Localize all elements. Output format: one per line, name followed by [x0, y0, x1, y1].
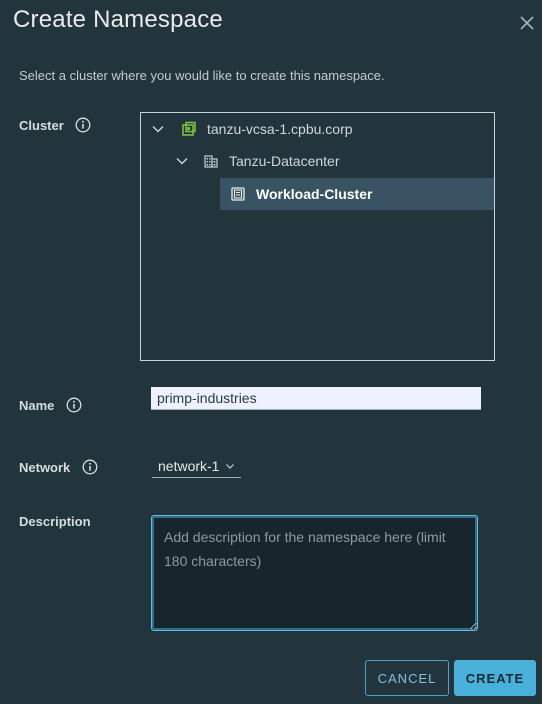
name-field-label: Name [19, 397, 82, 415]
vcenter-icon [182, 121, 196, 136]
tree-node-label: Workload-Cluster [256, 186, 373, 202]
chevron-down-icon [226, 464, 235, 469]
dialog-subtitle: Select a cluster where you would like to… [19, 68, 385, 83]
cluster-label-text: Cluster [19, 118, 64, 133]
create-namespace-dialog: Create Namespace Select a cluster where … [0, 0, 542, 704]
cluster-field-label: Cluster [19, 117, 91, 135]
dialog-title: Create Namespace [13, 6, 223, 33]
network-label-text: Network [19, 460, 71, 475]
tree-node-label: Tanzu-Datacenter [229, 153, 340, 169]
cluster-tree: tanzu-vcsa-1.cpbu.corp Tanzu-Datacenter [140, 112, 495, 361]
name-label-text: Name [19, 398, 55, 413]
tree-node-cluster[interactable]: Workload-Cluster [220, 178, 494, 210]
close-icon[interactable] [516, 12, 538, 34]
description-field-label: Description [19, 514, 91, 529]
network-select[interactable]: network-1 [152, 455, 241, 478]
info-icon[interactable] [66, 397, 82, 413]
tree-node-vcenter[interactable]: tanzu-vcsa-1.cpbu.corp [141, 113, 494, 145]
create-button[interactable]: CREATE [454, 660, 536, 696]
description-textarea[interactable] [151, 515, 478, 631]
network-select-value: network-1 [158, 458, 220, 474]
chevron-down-icon[interactable] [175, 154, 189, 168]
info-icon[interactable] [75, 117, 91, 133]
info-icon[interactable] [82, 459, 98, 475]
cancel-button[interactable]: CANCEL [365, 660, 449, 696]
tree-node-datacenter[interactable]: Tanzu-Datacenter [141, 145, 494, 177]
network-field-label: Network [19, 459, 98, 477]
datacenter-icon [204, 155, 218, 168]
description-label-text: Description [19, 514, 91, 529]
name-input[interactable] [151, 387, 481, 410]
cluster-icon [231, 187, 245, 201]
chevron-down-icon[interactable] [151, 122, 165, 136]
tree-node-label: tanzu-vcsa-1.cpbu.corp [207, 121, 353, 137]
